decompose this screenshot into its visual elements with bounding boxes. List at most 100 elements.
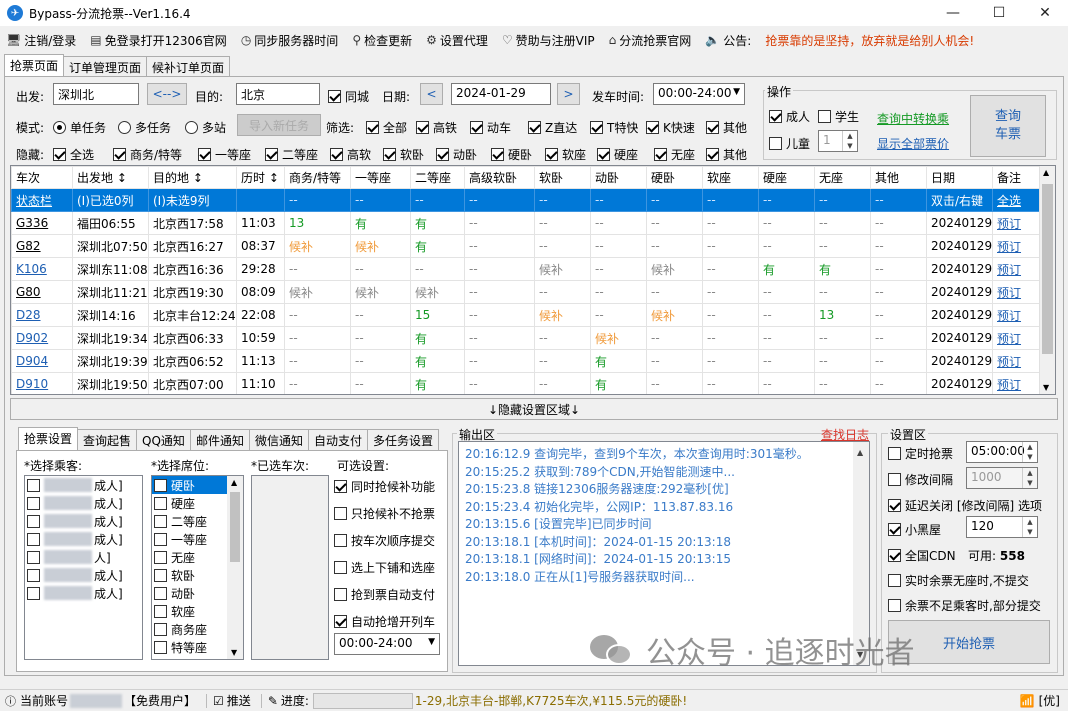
grid-scrollbar[interactable]: ▲ ▼	[1039, 166, 1055, 394]
table-cell[interactable]: D910	[11, 372, 73, 394]
national-cdn-checkbox[interactable]: 全国CDN	[888, 547, 956, 564]
column-header[interactable]: 其他	[870, 166, 927, 189]
table-cell[interactable]: 全选	[992, 188, 1042, 212]
settings-tab-3[interactable]: 邮件通知	[189, 429, 250, 450]
hide-option-4[interactable]: 高软	[330, 146, 371, 163]
table-cell[interactable]: 预订	[992, 326, 1042, 350]
table-cell[interactable]: 预订	[992, 234, 1042, 258]
column-header[interactable]: 硬卧	[646, 166, 703, 189]
query-tickets-button[interactable]: 查询 车票	[970, 95, 1046, 157]
table-cell[interactable]: K106	[11, 257, 73, 281]
table-cell[interactable]: D904	[11, 349, 73, 373]
column-header[interactable]: 动卧	[590, 166, 647, 189]
chosen-trains-list[interactable]	[251, 475, 329, 660]
push-label[interactable]: 推送	[227, 692, 251, 709]
maximize-button[interactable]: ☐	[976, 0, 1022, 26]
grab-time-select[interactable]: 00:00-24:00 ▼	[334, 633, 440, 655]
passenger-list[interactable]: 成人] 成人] 成人] 成人] 人] 成人] 成人]	[24, 475, 143, 660]
filter-option-3[interactable]: Z直达	[528, 119, 577, 136]
table-cell[interactable]: G336	[11, 211, 73, 235]
menu-item-5[interactable]: ♡ 赞助与注册VIP	[502, 32, 595, 49]
table-cell[interactable]: D902	[11, 326, 73, 350]
column-header[interactable]: 日期	[926, 166, 993, 189]
column-header[interactable]: 软卧	[534, 166, 591, 189]
optional-setting-1[interactable]: 只抢候补不抢票	[334, 505, 435, 522]
optional-setting-2[interactable]: 按车次顺序提交	[334, 532, 435, 549]
passenger-item[interactable]: 成人]	[25, 476, 142, 494]
settings-tab-0[interactable]: 抢票设置	[18, 427, 79, 450]
column-header[interactable]: 硬座	[758, 166, 815, 189]
passenger-item[interactable]: 人]	[25, 548, 142, 566]
date-input[interactable]: 2024-01-29	[451, 83, 551, 105]
table-row[interactable]: D910 深圳北19:50 北京西07:00 11:10 -- -- 有 -- -- 有 -- -- -…	[11, 372, 1042, 394]
column-header[interactable]: 出发地 ↕	[72, 166, 149, 189]
settings-tab-1[interactable]: 查询起售	[77, 429, 138, 450]
hide-option-8[interactable]: 软座	[545, 146, 586, 163]
table-cell[interactable]: 预订	[992, 211, 1042, 235]
menu-item-6[interactable]: ⌂ 分流抢票官网	[609, 32, 692, 49]
show-all-price-link[interactable]: 显示全部票价	[877, 135, 949, 152]
scroll-up-icon[interactable]: ▲	[1043, 168, 1049, 177]
mode-multi-radio[interactable]: 多任务	[118, 119, 171, 136]
import-task-button[interactable]: 导入新任务	[237, 114, 321, 136]
hide-option-3[interactable]: 二等座	[265, 146, 318, 163]
toggle-settings-bar[interactable]: ↓隐藏设置区域↓	[10, 398, 1058, 420]
column-header[interactable]: 目的地 ↕	[148, 166, 237, 189]
close-button[interactable]: ✕	[1022, 0, 1068, 26]
minimize-button[interactable]: —	[930, 0, 976, 26]
hide-option-11[interactable]: 其他	[706, 146, 747, 163]
student-checkbox[interactable]: 学生	[818, 108, 859, 125]
table-row[interactable]: D28 深圳14:16 北京丰台12:24 22:08 -- -- 15 -- 候补 -- 候补 --…	[11, 303, 1042, 327]
mode-multistation-radio[interactable]: 多站	[185, 119, 226, 136]
scroll-down-icon[interactable]: ▼	[1043, 383, 1049, 392]
transfer-query-link[interactable]: 查询中转换乘	[877, 110, 949, 127]
hide-option-9[interactable]: 硬座	[597, 146, 638, 163]
table-row[interactable]: G80 深圳北11:21 北京西19:30 08:09 候补 候补 候补 -- -- -- -- --…	[11, 280, 1042, 304]
table-cell[interactable]: 预订	[992, 303, 1042, 327]
seat-list-scrollbar[interactable]: ▲ ▼	[227, 476, 243, 659]
passenger-item[interactable]: 成人]	[25, 530, 142, 548]
blackroom-checkbox[interactable]: 小黑屋	[888, 521, 941, 538]
tab-waitlist-order[interactable]: 候补订单页面	[146, 56, 231, 76]
table-row[interactable]: D904 深圳北19:39 北京西06:52 11:13 -- -- 有 -- -- 有 -- -- -…	[11, 349, 1042, 373]
same-city-checkbox[interactable]: 同城	[328, 88, 369, 105]
table-row[interactable]: D902 深圳北19:34 北京西06:33 10:59 -- -- 有 -- -- 候补 -- --…	[11, 326, 1042, 350]
table-cell[interactable]: 预订	[992, 257, 1042, 281]
table-cell[interactable]: G82	[11, 234, 73, 258]
filter-option-4[interactable]: T特快	[590, 119, 638, 136]
column-header[interactable]: 高级软卧	[464, 166, 535, 189]
menu-item-4[interactable]: ⚙ 设置代理	[426, 32, 488, 49]
optional-setting-0[interactable]: 同时抢候补功能	[334, 478, 435, 495]
hide-option-7[interactable]: 硬卧	[491, 146, 532, 163]
filter-option-0[interactable]: 全部	[366, 119, 407, 136]
column-header[interactable]: 软座	[702, 166, 759, 189]
table-cell[interactable]: 预订	[992, 372, 1042, 394]
passenger-item[interactable]: 成人]	[25, 494, 142, 512]
table-cell[interactable]: 状态栏	[11, 188, 73, 212]
blackroom-input[interactable]: 120 ▲ ▼	[966, 516, 1038, 538]
filter-option-1[interactable]: 高铁	[416, 119, 457, 136]
filter-option-5[interactable]: K快速	[646, 119, 695, 136]
menu-item-7[interactable]: 🔈 公告:	[705, 32, 751, 49]
table-cell[interactable]: 预订	[992, 280, 1042, 304]
settings-tab-5[interactable]: 自动支付	[307, 429, 368, 450]
seat-scroll-thumb[interactable]	[230, 492, 240, 562]
tab-grab-page[interactable]: 抢票页面	[4, 54, 65, 76]
settings-tab-2[interactable]: QQ通知	[136, 429, 191, 450]
delay-close-checkbox[interactable]: 延迟关闭 [修改间隔] 选项	[888, 497, 1042, 514]
timed-grab-time-input[interactable]: 05:00:00 ▲ ▼	[966, 441, 1038, 463]
table-row[interactable]: G82 深圳北07:50 北京西16:27 08:37 候补 候补 有 -- -- -- -- -- -…	[11, 234, 1042, 258]
column-header[interactable]: 一等座	[350, 166, 411, 189]
seat-scroll-down-icon[interactable]: ▼	[231, 648, 237, 657]
mode-single-radio[interactable]: 单任务	[53, 119, 106, 136]
passenger-item[interactable]: 成人]	[25, 512, 142, 530]
settings-tab-6[interactable]: 多任务设置	[366, 429, 439, 450]
column-header[interactable]: 二等座	[410, 166, 465, 189]
passenger-item[interactable]: 成人]	[25, 566, 142, 584]
seat-list[interactable]: ▲ ▼ 硬卧 硬座 二等座 一等座 无座 软卧 动卧 软座 商务座 特等座	[151, 475, 244, 660]
child-count-stepper[interactable]: 1 ▲ ▼	[818, 130, 858, 152]
table-cell[interactable]: G80	[11, 280, 73, 304]
column-header[interactable]: 无座	[814, 166, 871, 189]
next-date-button[interactable]: >	[557, 83, 580, 105]
departure-time-select[interactable]: 00:00-24:00 ▼	[653, 83, 745, 105]
